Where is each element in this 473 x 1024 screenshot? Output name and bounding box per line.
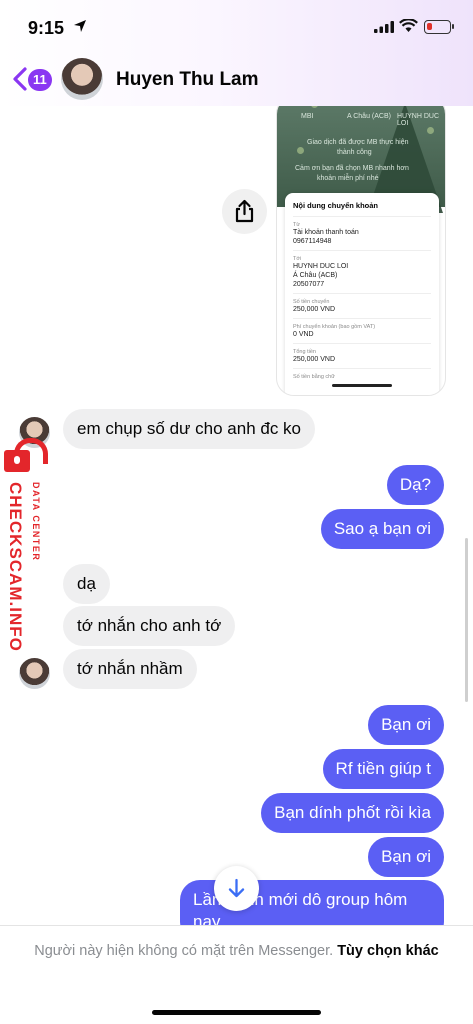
location-arrow-icon [74, 20, 86, 32]
scrollbar[interactable] [465, 538, 468, 702]
message-incoming[interactable]: em chụp số dư cho anh đc ko [63, 409, 316, 449]
unavailable-notice: Người này hiện không có mặt trên Messeng… [34, 943, 334, 959]
lock-icon [4, 450, 30, 472]
back-chevron-icon[interactable] [12, 66, 28, 92]
message-outgoing[interactable]: Rf tiền giúp t [322, 749, 444, 789]
contact-name[interactable]: Huyen Thu Lam [116, 69, 259, 91]
battery-icon [424, 20, 454, 34]
message-outgoing[interactable]: Sao ạ bạn ơi [320, 509, 444, 549]
shared-image[interactable]: MBI A Châu (ACB) HUYNH DUC LOI Giao dịch… [276, 96, 446, 396]
message-outgoing[interactable]: Bạn ơi [368, 837, 444, 877]
message-outgoing[interactable]: Dạ? [386, 465, 444, 505]
wifi-icon [399, 19, 418, 32]
home-indicator[interactable] [152, 1010, 321, 1015]
card-title: Nội dung chuyển khoản [293, 201, 431, 217]
share-icon [235, 199, 254, 223]
top-bar: 9:15 11 Huyen Thu Lam [0, 0, 473, 106]
signal-icon [374, 21, 394, 33]
watermark-brand: CHECKSCAM.INFO [6, 482, 25, 652]
more-options-link[interactable]: Tùy chọn khác [337, 943, 439, 959]
checkscam-watermark: CHECKSCAM.INFO DATA CENTER [0, 438, 52, 668]
watermark-sub: DATA CENTER [31, 482, 41, 562]
message-incoming[interactable]: tớ nhắn nhầm [63, 649, 197, 689]
arrow-down-icon [228, 878, 245, 898]
contact-avatar[interactable] [61, 58, 103, 100]
transfer-details-card: Nội dung chuyển khoản Từ Tài khoản thanh… [285, 193, 439, 395]
footer-notice: Người này hiện không có mặt trên Messeng… [0, 925, 473, 1024]
message-incoming[interactable]: tớ nhắn cho anh tớ [63, 606, 236, 646]
share-button[interactable] [222, 189, 267, 234]
message-outgoing[interactable]: Bạn dính phốt rồi kìa [261, 793, 444, 833]
status-time: 9:15 [28, 18, 65, 38]
message-incoming[interactable]: dạ [63, 564, 110, 604]
image-banner: MBI A Châu (ACB) HUYNH DUC LOI Giao dịch… [277, 97, 445, 213]
unread-badge[interactable]: 11 [28, 69, 52, 91]
message-outgoing[interactable]: Bạn ơi [368, 705, 444, 745]
scroll-to-bottom-button[interactable] [214, 866, 259, 911]
